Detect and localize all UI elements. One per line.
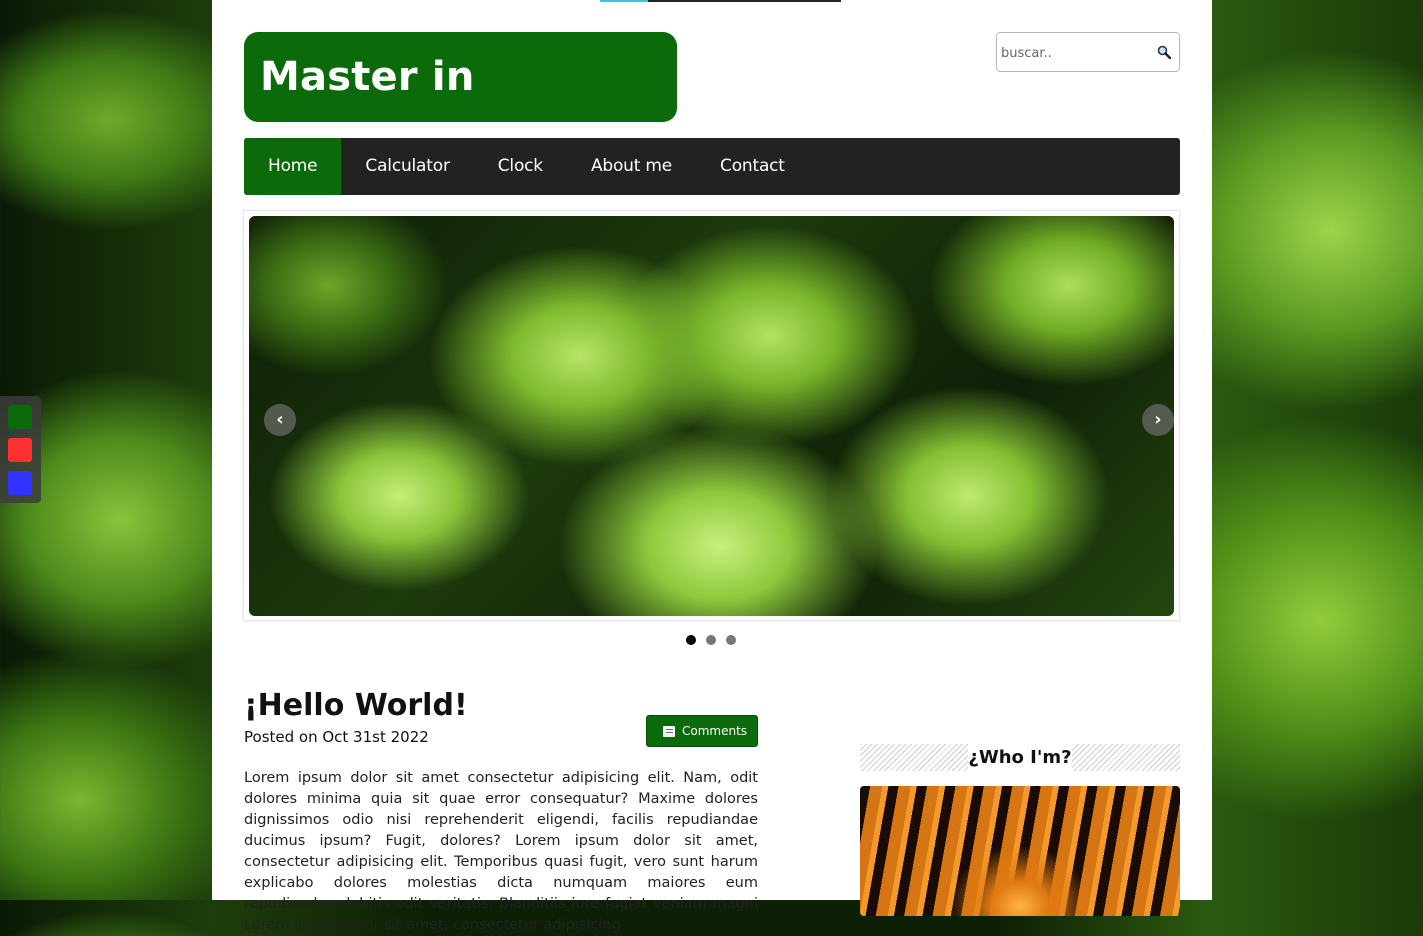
sidebar-title-row: ¿Who I'm? xyxy=(860,744,1180,771)
page-container: Master in JavaScript Home Calculator Clo… xyxy=(212,0,1212,933)
title-stripe-left xyxy=(860,744,968,771)
nav-contact[interactable]: Contact xyxy=(696,138,809,195)
sidebar-title: ¿Who I'm? xyxy=(968,747,1072,768)
slider-prev-icon[interactable]: ‹ xyxy=(264,404,296,436)
blog-post: ¡Hello World! Posted on Oct 31st 2022 Co… xyxy=(244,684,758,936)
theme-green-swatch[interactable] xyxy=(8,405,32,429)
nav-about-me[interactable]: About me xyxy=(567,138,696,195)
main-nav: Home Calculator Clock About me Contact xyxy=(244,138,1180,195)
search-input[interactable] xyxy=(999,41,1153,65)
post-body: Lorem ipsum dolor sit amet consectetur a… xyxy=(244,770,758,933)
slide-image-leaves: ‹ › xyxy=(249,216,1174,616)
slider-pager xyxy=(686,635,736,645)
image-slider: ‹ › xyxy=(243,210,1180,621)
profile-image-tiger xyxy=(860,786,1180,916)
slider-dot-3[interactable] xyxy=(726,635,736,645)
slider-dot-2[interactable] xyxy=(706,635,716,645)
comments-button[interactable]: Comments xyxy=(646,715,758,747)
comments-label: Comments xyxy=(682,724,748,738)
nav-home[interactable]: Home xyxy=(244,138,342,195)
search-box xyxy=(996,32,1180,72)
site-logo[interactable]: Master in JavaScript xyxy=(244,32,677,190)
sidebar: ¿Who I'm? xyxy=(860,744,1180,916)
nav-calculator[interactable]: Calculator xyxy=(341,138,473,195)
nav-clock[interactable]: Clock xyxy=(474,138,567,195)
title-stripe-right xyxy=(1072,744,1180,771)
theme-blue-swatch[interactable] xyxy=(8,471,32,495)
theme-switcher xyxy=(0,396,41,503)
slider-next-icon[interactable]: › xyxy=(1142,404,1174,436)
top-progress-strip xyxy=(600,0,841,2)
slider-dot-1[interactable] xyxy=(686,635,696,645)
comments-icon xyxy=(663,726,675,737)
search-icon[interactable] xyxy=(1157,45,1171,59)
theme-red-swatch[interactable] xyxy=(8,438,32,462)
